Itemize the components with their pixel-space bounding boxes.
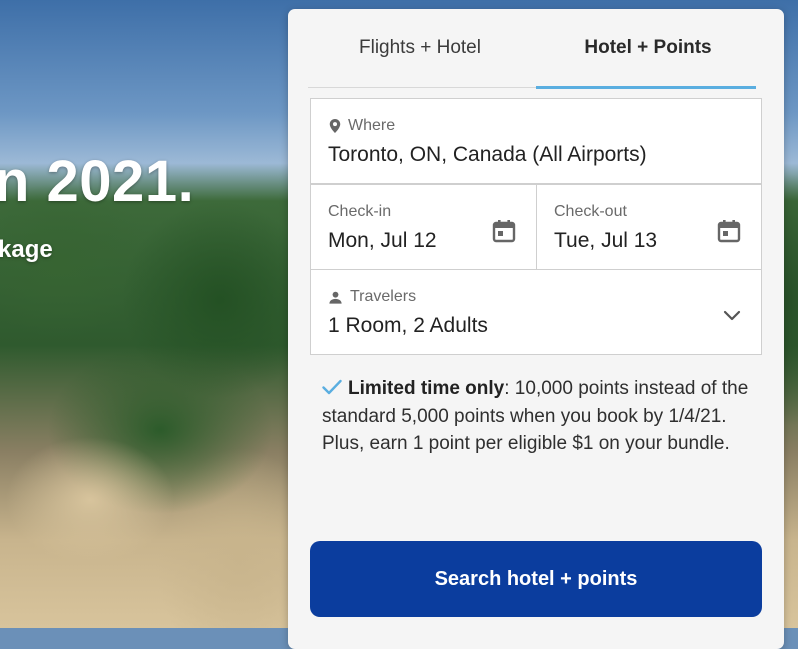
hero-title: n 2021.: [0, 149, 195, 214]
tab-flights-hotel[interactable]: Flights + Hotel: [308, 9, 532, 87]
person-icon: [329, 291, 342, 304]
booking-panel: Flights + Hotel Hotel + Points Where Tor…: [288, 9, 784, 649]
where-label: Where: [348, 117, 396, 134]
check-out-value: Tue, Jul 13: [554, 229, 658, 252]
checkmark-icon: [322, 379, 342, 395]
search-hotel-points-button[interactable]: Search hotel + points: [310, 541, 762, 617]
check-in-label: Check-in: [328, 203, 392, 220]
hero-subtitle: kage: [0, 236, 53, 263]
promo-bold-text: Limited time only: [348, 378, 505, 399]
check-in-value: Mon, Jul 12: [328, 229, 437, 252]
active-tab-indicator: [536, 86, 756, 89]
travelers-label-row: Travelers: [329, 288, 416, 306]
location-pin-icon: [329, 119, 341, 133]
chevron-down-icon: [723, 310, 741, 321]
calendar-icon: [492, 220, 516, 243]
where-label-row: Where: [329, 117, 395, 135]
where-value: Toronto, ON, Canada (All Airports): [328, 143, 647, 166]
calendar-icon: [717, 220, 741, 243]
check-in-field[interactable]: Check-in Mon, Jul 12: [310, 184, 537, 270]
where-field[interactable]: Where Toronto, ON, Canada (All Airports): [310, 98, 762, 184]
booking-tabs: Flights + Hotel Hotel + Points: [308, 9, 756, 89]
travelers-field[interactable]: Travelers 1 Room, 2 Adults: [310, 269, 762, 355]
travelers-value: 1 Room, 2 Adults: [328, 314, 488, 337]
tab-hotel-points[interactable]: Hotel + Points: [536, 9, 760, 87]
check-out-label: Check-out: [554, 203, 627, 220]
check-out-field[interactable]: Check-out Tue, Jul 13: [536, 184, 762, 270]
promo-message: Limited time only: 10,000 points instead…: [322, 375, 752, 458]
travelers-label: Travelers: [350, 288, 417, 305]
